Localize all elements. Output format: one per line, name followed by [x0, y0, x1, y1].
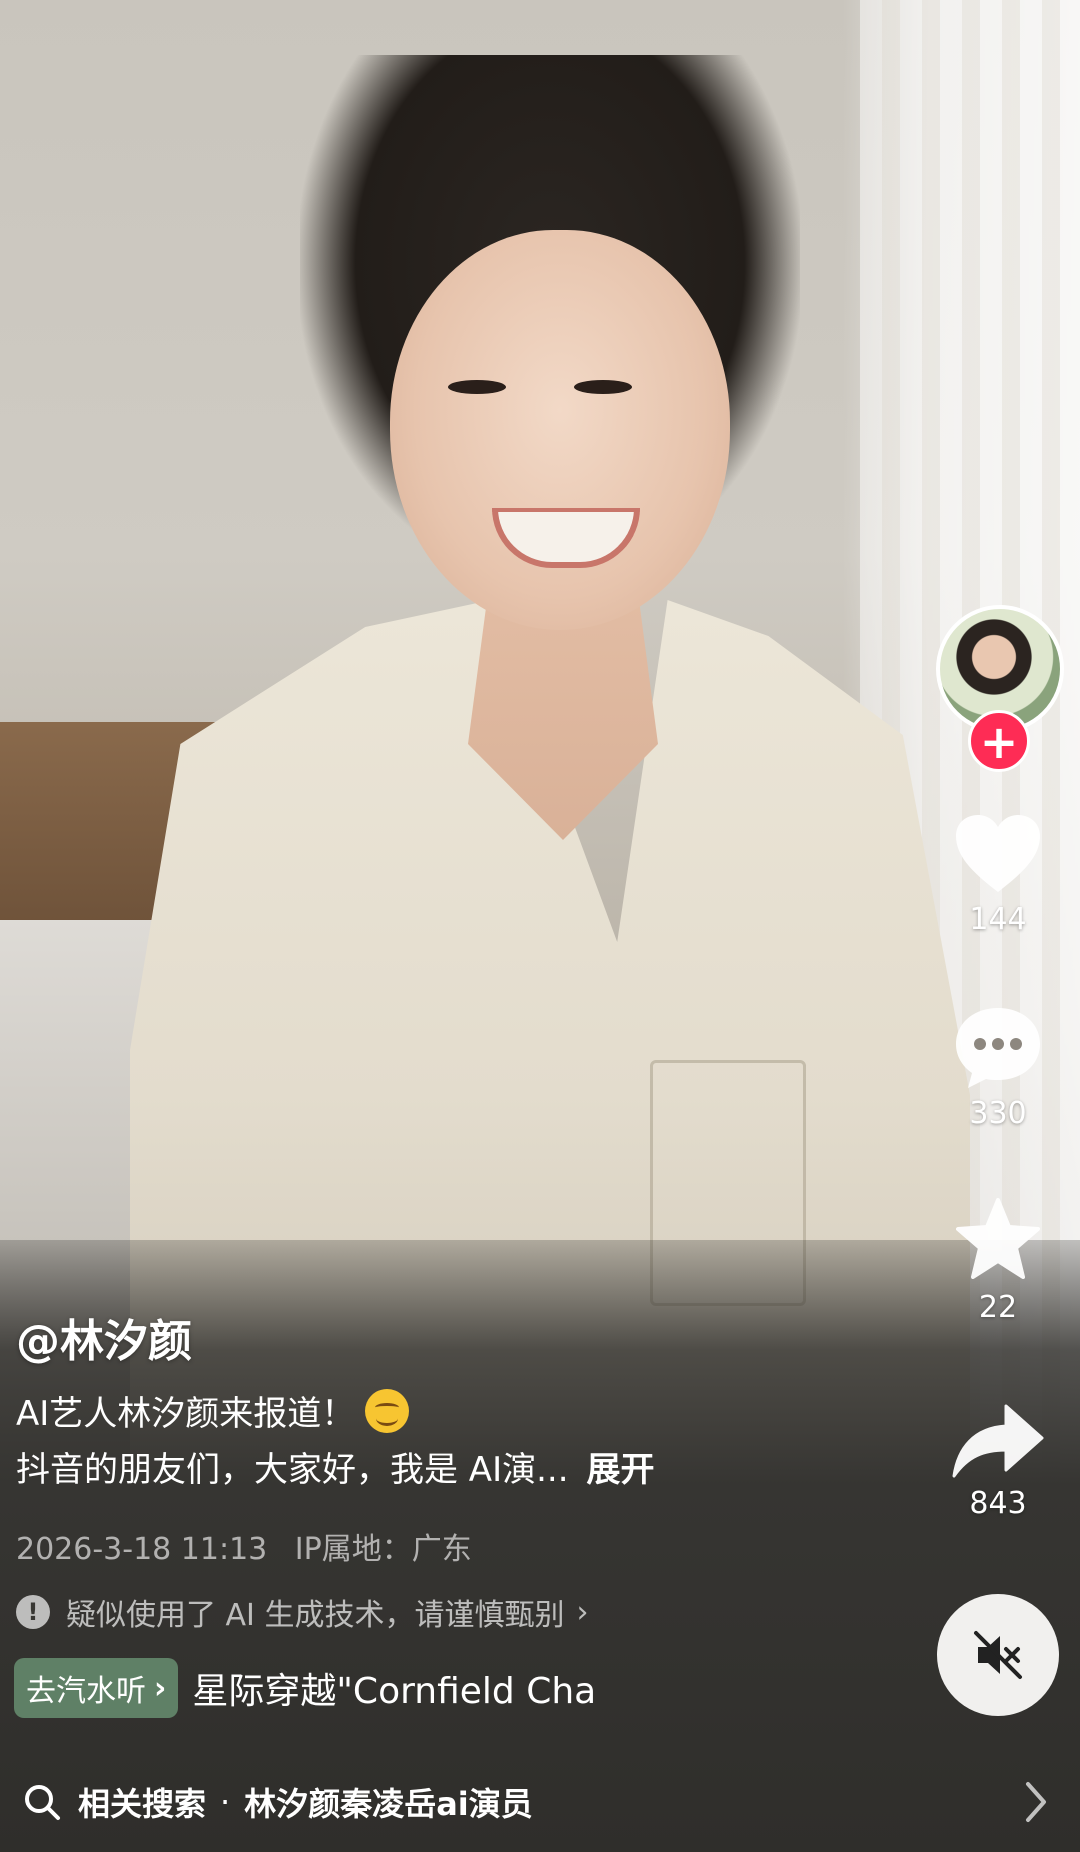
music-row[interactable]: 去汽水听 › 星际穿越"Cornfield Cha — [14, 1658, 642, 1718]
favorite-count: 22 — [978, 1290, 1018, 1325]
music-chip-label: 去汽水听 — [26, 1674, 146, 1709]
like-button[interactable]: 144 — [942, 812, 1054, 937]
ai-notice-text: 疑似使用了 AI 生成技术，请谨慎甄别 — [66, 1598, 565, 1633]
subject-face — [390, 230, 730, 630]
comment-count: 330 — [969, 1096, 1027, 1131]
open-in-qishui-button[interactable]: 去汽水听 › — [14, 1658, 179, 1718]
caption-line-2: 抖音的朋友们，大家好，我是 AI演... — [16, 1450, 569, 1490]
subject-right-eye — [574, 380, 632, 394]
speaker-muted-icon — [974, 1631, 1022, 1679]
share-arrow-icon — [952, 1404, 1044, 1478]
favorite-button[interactable]: 22 — [942, 1196, 1054, 1325]
heart-icon — [956, 815, 1040, 892]
related-search-bar[interactable]: 相关搜索 · 林汐颜秦凌岳ai演员 — [0, 1752, 1080, 1852]
related-search-label: 相关搜索 — [78, 1785, 207, 1823]
video-description[interactable]: AI艺人林汐颜来报道！ 抖音的朋友们，大家好，我是 AI演... 展开 — [16, 1386, 876, 1498]
expand-caption-button[interactable]: 展开 — [587, 1450, 655, 1490]
search-icon — [25, 1785, 60, 1820]
post-meta: 2026-3-18 11:13 IP属地：广东 — [16, 1524, 472, 1568]
share-count: 843 — [969, 1486, 1027, 1521]
follow-button[interactable]: + — [968, 710, 1030, 772]
comment-button[interactable]: 330 — [942, 1004, 1054, 1131]
subject-left-eye — [448, 380, 506, 394]
caption-line-1: AI艺人林汐颜来报道！ — [16, 1394, 356, 1434]
related-search-query: 林汐颜秦凌岳ai演员 — [244, 1785, 533, 1823]
exclamation-circle-icon: ! — [16, 1595, 50, 1629]
author-handle[interactable]: @林汐颜 — [16, 1305, 192, 1369]
ip-location: IP属地：广东 — [294, 1532, 472, 1567]
separator-dot: · — [220, 1783, 231, 1821]
chevron-right-icon — [1026, 1782, 1046, 1822]
chevron-right-icon: › — [154, 1670, 167, 1706]
share-button[interactable]: 843 — [942, 1402, 1054, 1521]
like-count: 144 — [969, 902, 1027, 937]
post-date: 2026-3-18 11:13 — [16, 1532, 268, 1567]
comment-bubble-icon — [956, 1008, 1040, 1088]
mute-toggle-button[interactable] — [937, 1594, 1059, 1716]
smiling-face-emoji-icon — [365, 1389, 410, 1433]
star-icon — [956, 1198, 1040, 1279]
ai-content-notice[interactable]: ! 疑似使用了 AI 生成技术，请谨慎甄别 › — [16, 1590, 588, 1634]
chevron-right-icon: › — [576, 1594, 589, 1630]
music-title[interactable]: 星际穿越"Cornfield Cha — [192, 1662, 642, 1714]
